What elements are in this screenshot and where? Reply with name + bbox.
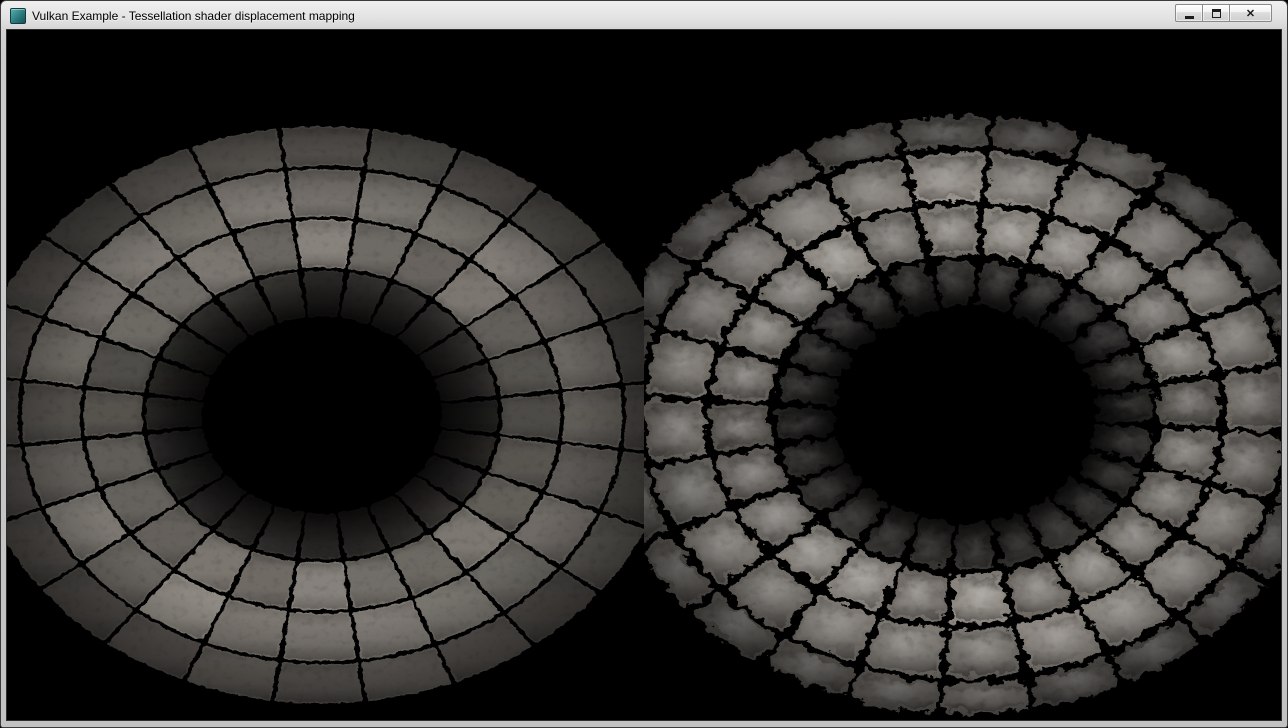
close-button[interactable] [1229, 4, 1272, 22]
render-viewport[interactable] [7, 30, 1281, 720]
titlebar[interactable]: Vulkan Example - Tessellation shader dis… [7, 1, 1281, 30]
maximize-button[interactable] [1202, 4, 1230, 22]
scene-svg[interactable] [7, 30, 1281, 720]
window-controls [1175, 4, 1272, 22]
window-title: Vulkan Example - Tessellation shader dis… [32, 9, 355, 23]
minimize-button[interactable] [1175, 4, 1203, 22]
maximize-icon [1212, 9, 1221, 18]
app-icon[interactable] [10, 8, 26, 24]
app-window: Vulkan Example - Tessellation shader dis… [0, 0, 1288, 728]
minimize-icon [1185, 16, 1194, 19]
close-icon [1246, 6, 1255, 20]
